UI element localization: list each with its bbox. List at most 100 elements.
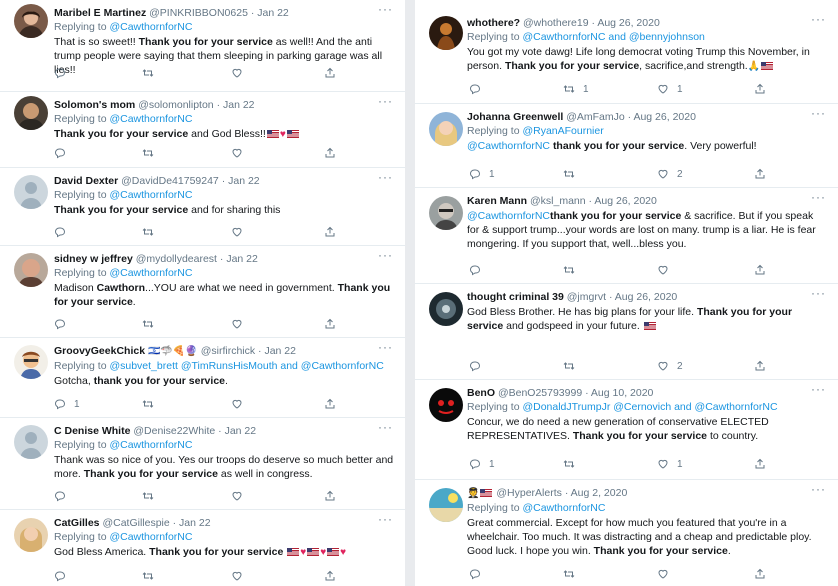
avatar[interactable] xyxy=(429,388,463,422)
avatar[interactable] xyxy=(429,16,463,50)
mention-link[interactable]: @CawthornforNC xyxy=(467,210,550,222)
author-handle[interactable]: @ksl_mann xyxy=(530,195,586,207)
share-button[interactable] xyxy=(754,83,766,95)
retweet-button[interactable] xyxy=(563,568,575,580)
tweet-card[interactable]: GroovyGeekChick 🇮🇱🦈🍕🔮 @sirfirchick · Jan… xyxy=(0,338,405,418)
author-name[interactable]: Johanna Greenwell xyxy=(467,111,563,123)
mention-link[interactable]: @CawthornforNC xyxy=(109,189,192,201)
author-name[interactable]: C Denise White xyxy=(54,425,130,437)
more-options-icon[interactable]: ··· xyxy=(378,420,393,434)
author-name[interactable]: thought criminal 39 xyxy=(467,291,564,303)
tweet-time[interactable]: · Aug 26, 2020 xyxy=(609,291,677,303)
retweet-button[interactable] xyxy=(142,398,154,410)
like-button[interactable] xyxy=(657,264,669,276)
like-button[interactable] xyxy=(231,570,243,582)
tweet-time[interactable]: · Aug 2, 2020 xyxy=(565,487,627,499)
tweet-time[interactable]: · Aug 26, 2020 xyxy=(628,111,696,123)
share-button[interactable] xyxy=(324,318,336,330)
tweet-card[interactable]: Maribel E Martinez @PINKRIBBON0625 · Jan… xyxy=(0,0,405,92)
share-button[interactable] xyxy=(324,226,336,238)
default-avatar[interactable] xyxy=(14,175,48,209)
mention-link[interactable]: @CawthornforNC xyxy=(467,140,550,152)
like-button[interactable] xyxy=(231,147,243,159)
share-button[interactable] xyxy=(324,490,336,502)
share-button[interactable] xyxy=(324,147,336,159)
more-options-icon[interactable]: ··· xyxy=(811,12,826,26)
mention-link[interactable]: @CawthornforNC xyxy=(109,21,192,33)
retweet-button[interactable] xyxy=(142,226,154,238)
avatar[interactable] xyxy=(14,253,48,287)
more-options-icon[interactable]: ··· xyxy=(811,482,826,496)
like-button[interactable] xyxy=(231,398,243,410)
more-options-icon[interactable]: ··· xyxy=(811,286,826,300)
mention-link[interactable]: @RyanAFournier xyxy=(522,125,603,137)
reply-button[interactable]: 1 xyxy=(469,458,495,470)
reply-button[interactable] xyxy=(469,568,481,580)
tweet-card[interactable]: C Denise White @Denise22White · Jan 22 R… xyxy=(0,418,405,510)
like-button[interactable]: 2 xyxy=(657,360,683,372)
share-button[interactable] xyxy=(754,458,766,470)
mention-link[interactable]: @CawthornforNC xyxy=(109,439,192,451)
default-avatar[interactable] xyxy=(14,425,48,459)
tweet-card[interactable]: David Dexter @DavidDe41759247 · Jan 22 R… xyxy=(0,168,405,246)
reply-button[interactable] xyxy=(54,318,66,330)
mention-link[interactable]: @CawthornforNC xyxy=(522,502,605,514)
author-name[interactable]: Solomon's mom xyxy=(54,99,135,111)
like-button[interactable]: 2 xyxy=(657,168,683,180)
more-options-icon[interactable]: ··· xyxy=(378,248,393,262)
mention-link[interactable]: @DonaldJTrumpJr @Cernovich and @Cawthorn… xyxy=(522,401,777,413)
author-name[interactable]: sidney w jeffrey xyxy=(54,253,133,265)
more-options-icon[interactable]: ··· xyxy=(811,190,826,204)
share-button[interactable] xyxy=(324,67,336,79)
share-button[interactable] xyxy=(754,264,766,276)
like-button[interactable] xyxy=(231,226,243,238)
more-options-icon[interactable]: ··· xyxy=(811,382,826,396)
retweet-button[interactable] xyxy=(142,67,154,79)
author-handle[interactable]: @BenO25793999 xyxy=(498,387,582,399)
author-handle[interactable]: @AmFamJo xyxy=(566,111,625,123)
author-handle[interactable]: @sirfirchick xyxy=(201,345,255,357)
author-name[interactable]: David Dexter xyxy=(54,175,118,187)
tweet-card[interactable]: sidney w jeffrey @mydollydearest · Jan 2… xyxy=(0,246,405,338)
like-button[interactable] xyxy=(657,568,669,580)
reply-button[interactable]: 1 xyxy=(54,398,80,410)
avatar[interactable] xyxy=(429,488,463,522)
tweet-card[interactable]: CatGilles @CatGillespie · Jan 22 Replyin… xyxy=(0,510,405,586)
tweet-time[interactable]: · Jan 22 xyxy=(218,425,256,437)
author-handle[interactable]: @PINKRIBBON0625 xyxy=(149,7,248,19)
avatar[interactable] xyxy=(14,518,48,552)
share-button[interactable] xyxy=(324,570,336,582)
tweet-card[interactable]: whothere? @whothere19 · Aug 26, 2020 Rep… xyxy=(415,10,838,104)
reply-button[interactable] xyxy=(54,226,66,238)
author-name[interactable]: whothere? xyxy=(467,17,520,29)
author-handle[interactable]: @DavidDe41759247 xyxy=(121,175,219,187)
retweet-button[interactable] xyxy=(142,318,154,330)
reply-button[interactable] xyxy=(469,360,481,372)
like-button[interactable]: 1 xyxy=(657,458,683,470)
reply-button[interactable]: 1 xyxy=(469,168,495,180)
mention-link[interactable]: @CawthornforNC xyxy=(109,531,192,543)
tweet-time[interactable]: · Jan 22 xyxy=(258,345,296,357)
avatar[interactable] xyxy=(429,112,463,146)
retweet-button[interactable] xyxy=(563,168,575,180)
more-options-icon[interactable]: ··· xyxy=(378,512,393,526)
more-options-icon[interactable]: ··· xyxy=(378,94,393,108)
tweet-card[interactable]: thought criminal 39 @jmgrvt · Aug 26, 20… xyxy=(415,284,838,380)
retweet-button[interactable] xyxy=(563,458,575,470)
reply-button[interactable] xyxy=(469,264,481,276)
more-options-icon[interactable]: ··· xyxy=(378,170,393,184)
mention-link[interactable]: @CawthornforNC xyxy=(109,113,192,125)
reply-button[interactable] xyxy=(469,83,481,95)
avatar[interactable] xyxy=(429,292,463,326)
author-handle[interactable]: @HyperAlerts xyxy=(496,487,562,499)
author-name[interactable]: Karen Mann xyxy=(467,195,527,207)
retweet-button[interactable] xyxy=(563,264,575,276)
tweet-card[interactable]: Solomon's mom @solomonlipton · Jan 22 Re… xyxy=(0,92,405,168)
retweet-button[interactable] xyxy=(563,360,575,372)
author-handle[interactable]: @mydollydearest xyxy=(136,253,217,265)
retweet-button[interactable] xyxy=(142,147,154,159)
share-button[interactable] xyxy=(754,168,766,180)
retweet-button[interactable] xyxy=(142,490,154,502)
avatar[interactable] xyxy=(14,96,48,130)
reply-button[interactable] xyxy=(54,490,66,502)
